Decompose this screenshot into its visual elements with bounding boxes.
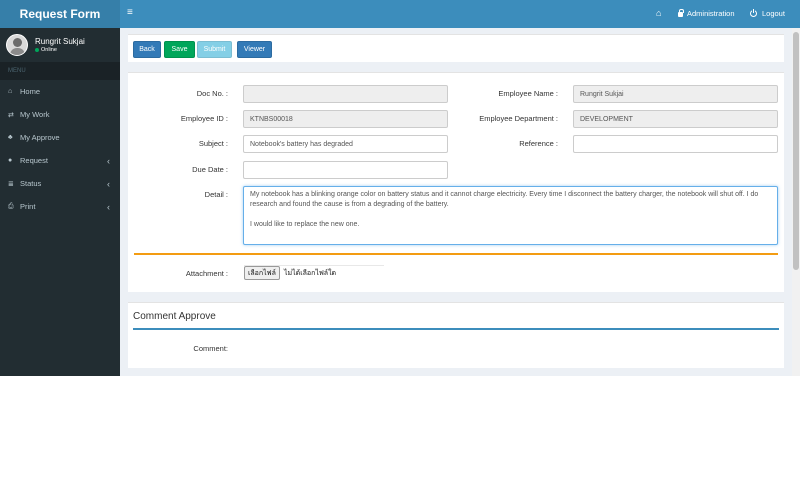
file-status-text: ไม่ได้เลือกไฟล์ใด bbox=[284, 270, 337, 277]
sidebar-item-label: My Work bbox=[20, 110, 50, 119]
user-info: Rungrit Sukjai Online bbox=[35, 37, 85, 53]
user-name: Rungrit Sukjai bbox=[35, 37, 85, 46]
comment-icon: ● bbox=[8, 157, 13, 164]
home-icon[interactable]: ⌂ bbox=[656, 8, 661, 18]
sidebar-item-status[interactable]: ≣ Status ‹ bbox=[0, 172, 120, 195]
user-status: Online bbox=[35, 47, 85, 53]
employee-id-label: Employee ID : bbox=[180, 114, 228, 123]
comment-label: Comment: bbox=[193, 344, 228, 353]
doc-no-label: Doc No. : bbox=[196, 89, 228, 98]
employee-name-label: Employee Name : bbox=[498, 89, 558, 98]
list-icon: ≣ bbox=[8, 180, 14, 188]
menu-header: MENU bbox=[0, 62, 120, 80]
chevron-left-icon: ‹ bbox=[107, 178, 110, 189]
sidebar-item-my-approve[interactable]: ♣ My Approve bbox=[0, 126, 120, 149]
comment-approve-panel: Comment Approve Comment: bbox=[128, 302, 784, 368]
detail-label: Detail : bbox=[204, 190, 228, 199]
sidebar-item-home[interactable]: ⌂ Home bbox=[0, 80, 120, 103]
save-button[interactable]: Save bbox=[164, 41, 195, 58]
comment-approve-title: Comment Approve bbox=[133, 311, 216, 322]
logout-link[interactable]: Logout bbox=[750, 8, 785, 18]
lock-icon bbox=[678, 9, 684, 17]
sitemap-icon: ♣ bbox=[8, 134, 13, 141]
sidebar-item-label: Print bbox=[20, 202, 36, 211]
request-form: Doc No. : Employee Name : Rungrit Sukjai… bbox=[128, 72, 784, 292]
chevron-left-icon: ‹ bbox=[107, 201, 110, 212]
sidebar-item-my-work[interactable]: ⇄ My Work bbox=[0, 103, 120, 126]
subject-field[interactable]: Notebook's battery has degraded bbox=[243, 135, 448, 153]
employee-id-field[interactable]: KTNBS00018 bbox=[243, 110, 448, 128]
action-toolbar: Back Save Submit Viewer bbox=[128, 34, 784, 62]
sidebar-item-label: Home bbox=[20, 87, 41, 96]
brand-title[interactable]: Request Form bbox=[0, 0, 120, 28]
detail-textarea[interactable]: My notebook has a blinking orange color … bbox=[243, 186, 778, 245]
sidebar-menu: ⌂ Home ⇄ My Work ♣ My Approve ● Request … bbox=[0, 80, 120, 218]
home-icon: ⌂ bbox=[8, 88, 13, 95]
reference-label: Reference : bbox=[519, 139, 558, 148]
print-icon: ⎙ bbox=[8, 202, 14, 210]
user-panel: Rungrit Sukjai Online bbox=[0, 28, 120, 62]
attachment-label: Attachment : bbox=[185, 269, 228, 278]
doc-no-field[interactable] bbox=[243, 85, 448, 103]
administration-label: Administration bbox=[687, 9, 735, 18]
sidebar-toggle-icon[interactable]: ≡ bbox=[127, 7, 133, 18]
sidebar-item-request[interactable]: ● Request ‹ bbox=[0, 149, 120, 172]
comment-title-underline bbox=[133, 328, 779, 330]
scrollbar-thumb[interactable] bbox=[793, 32, 799, 270]
app-window: Request Form Rungrit Sukjai Online MENU … bbox=[0, 0, 800, 376]
page-scrollbar[interactable] bbox=[792, 28, 800, 376]
viewer-button[interactable]: Viewer bbox=[237, 41, 272, 58]
sidebar-item-label: My Approve bbox=[20, 133, 60, 142]
avatar bbox=[6, 34, 28, 56]
chevron-left-icon: ‹ bbox=[107, 155, 110, 166]
user-status-label: Online bbox=[41, 47, 57, 53]
sidebar-item-print[interactable]: ⎙ Print ‹ bbox=[0, 195, 120, 218]
back-button[interactable]: Back bbox=[133, 41, 161, 58]
power-icon bbox=[750, 8, 757, 17]
employee-name-field[interactable]: Rungrit Sukjai bbox=[573, 85, 778, 103]
sidebar-item-label: Status bbox=[20, 179, 42, 188]
reference-field[interactable] bbox=[573, 135, 778, 153]
due-date-label: Due Date : bbox=[192, 165, 228, 174]
employee-department-field[interactable]: DEVELOPMENT bbox=[573, 110, 778, 128]
section-divider bbox=[134, 253, 778, 255]
choose-file-button[interactable]: เลือกไฟล์ bbox=[244, 266, 280, 280]
subject-label: Subject : bbox=[198, 139, 228, 148]
submit-button[interactable]: Submit bbox=[197, 41, 232, 58]
administration-link[interactable]: Administration bbox=[678, 9, 735, 18]
logout-label: Logout bbox=[762, 9, 785, 18]
sidebar-item-label: Request bbox=[20, 156, 48, 165]
employee-department-label: Employee Department : bbox=[479, 114, 558, 123]
top-navbar: ≡ ⌂ Administration Logout bbox=[120, 0, 800, 28]
exchange-icon: ⇄ bbox=[8, 111, 14, 119]
sidebar: Request Form Rungrit Sukjai Online MENU … bbox=[0, 0, 120, 376]
due-date-field[interactable] bbox=[243, 161, 448, 179]
online-status-icon bbox=[35, 48, 39, 52]
